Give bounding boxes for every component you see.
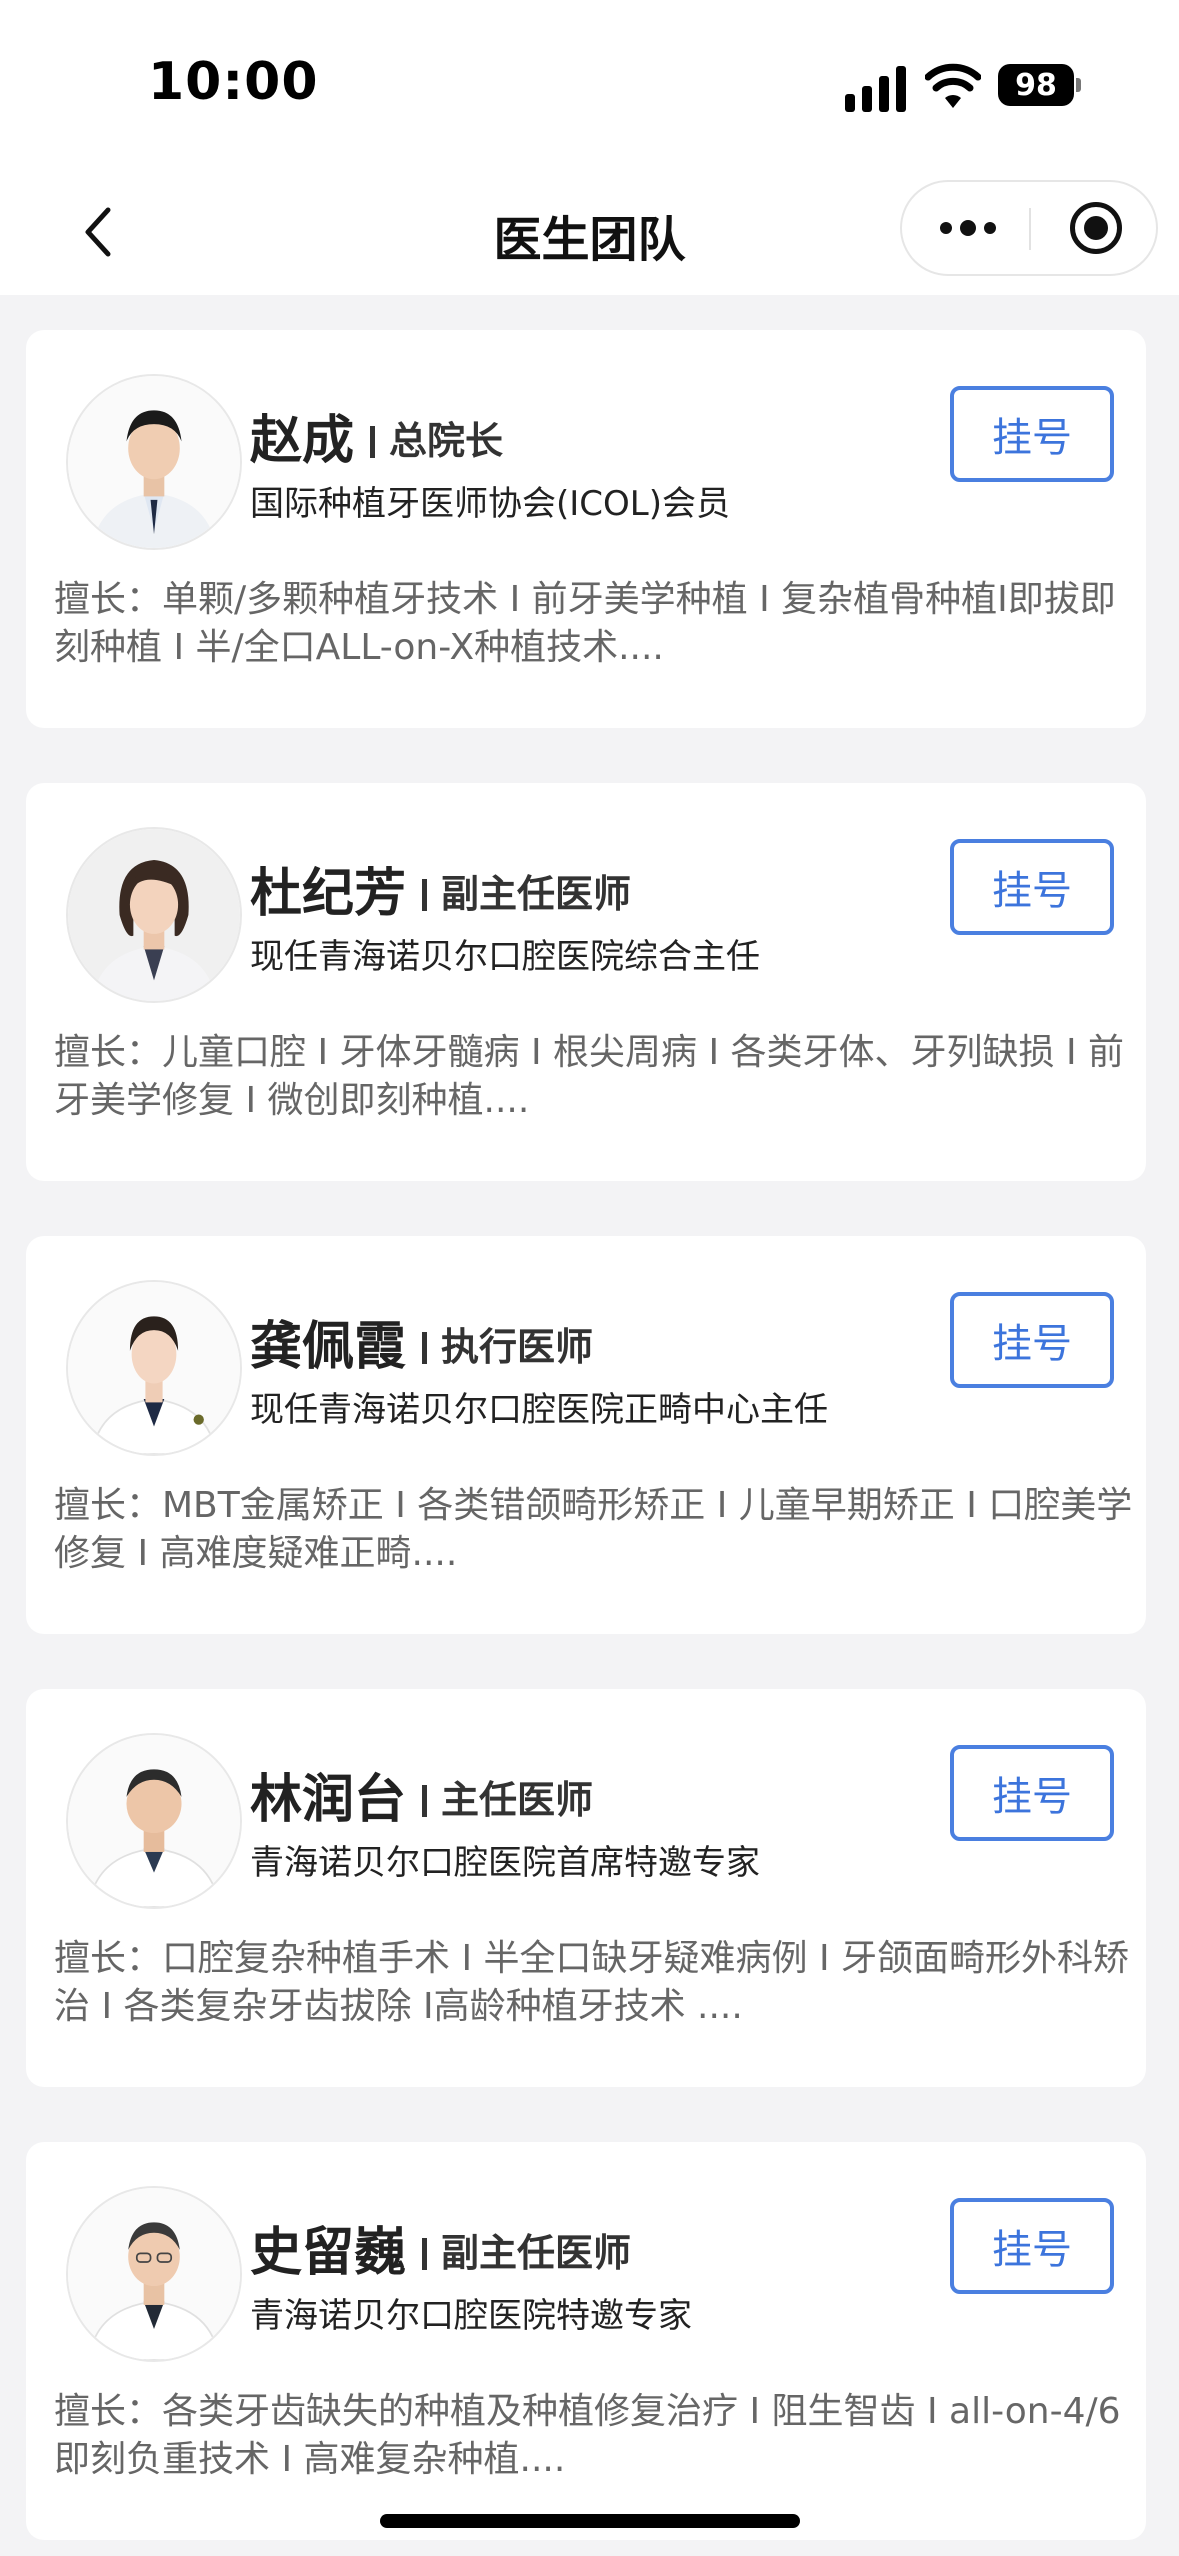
doctor-name: 杜纪芳 <box>250 864 407 924</box>
doctor-name: 龚佩霞 <box>250 1317 407 1377</box>
doctor-avatar <box>66 1733 242 1909</box>
doctor-description: 青海诺贝尔口腔医院首席特邀专家 <box>250 1843 760 1883</box>
status-bar: 10:00 98 <box>0 0 1179 170</box>
doctor-specialties: 擅长：MBT金属矫正 I 各类错颌畸形矫正 I 儿童早期矫正 I 口腔美学修复 … <box>54 1485 1133 1574</box>
book-appointment-button[interactable]: 挂号 <box>950 1292 1114 1388</box>
doctor-specialties: 擅长：儿童口腔 I 牙体牙髓病 I 根尖周病 I 各类牙体、牙列缺损 I 前牙美… <box>54 1032 1125 1121</box>
doctor-avatar <box>66 827 242 1003</box>
status-time: 10:00 <box>148 52 319 112</box>
doctor-title: 执行医师 <box>422 1316 593 1371</box>
book-appointment-button[interactable]: 挂号 <box>950 839 1114 935</box>
doctor-specialties: 擅长：口腔复杂种植手术 I 半全口缺牙疑难病例 I 牙颌面畸形外科矫治 I 各类… <box>54 1938 1130 2027</box>
battery-tip <box>1076 78 1081 92</box>
doctor-card[interactable]: 赵成 总院长 国际种植牙医师协会(ICOL)会员 挂号 擅长：单颗/多颗种植牙技… <box>26 330 1146 728</box>
wifi-icon <box>925 63 981 108</box>
more-options-icon[interactable] <box>940 214 1002 242</box>
doctor-title: 主任医师 <box>422 1769 593 1824</box>
doctor-specialties: 擅长：各类牙齿缺失的种植及种植修复治疗 I 阻生智齿 I all-on-4/6即… <box>54 2391 1121 2480</box>
doctor-title: 副主任医师 <box>422 2222 631 2277</box>
doctor-card[interactable]: 龚佩霞 执行医师 现任青海诺贝尔口腔医院正畸中心主任 挂号 擅长：MBT金属矫正… <box>26 1236 1146 1634</box>
mini-program-capsule <box>900 180 1158 276</box>
home-indicator[interactable] <box>380 2514 800 2528</box>
doctor-card[interactable]: 史留巍 副主任医师 青海诺贝尔口腔医院特邀专家 挂号 擅长：各类牙齿缺失的种植及… <box>26 2142 1146 2540</box>
doctor-title: 副主任医师 <box>422 863 631 918</box>
book-appointment-button[interactable]: 挂号 <box>950 1745 1114 1841</box>
doctor-name: 赵成 <box>250 411 355 471</box>
doctor-card[interactable]: 林润台 主任医师 青海诺贝尔口腔医院首席特邀专家 挂号 擅长：口腔复杂种植手术 … <box>26 1689 1146 2087</box>
nav-bar: 医生团队 <box>0 170 1179 295</box>
book-appointment-button[interactable]: 挂号 <box>950 386 1114 482</box>
doctor-title: 总院长 <box>370 410 503 465</box>
doctor-avatar <box>66 2186 242 2362</box>
doctor-description: 青海诺贝尔口腔医院特邀专家 <box>250 2296 692 2336</box>
doctor-avatar <box>66 1280 242 1456</box>
close-miniprogram-icon[interactable] <box>1070 202 1122 254</box>
doctor-name: 史留巍 <box>250 2223 407 2283</box>
doctor-avatar <box>66 374 242 550</box>
battery-icon: 98 <box>998 64 1074 106</box>
doctor-description: 国际种植牙医师协会(ICOL)会员 <box>250 484 731 524</box>
doctor-specialties: 擅长：单颗/多颗种植牙技术 I 前牙美学种植 I 复杂植骨种植I即拔即刻种植 I… <box>54 579 1116 668</box>
doctor-card[interactable]: 杜纪芳 副主任医师 现任青海诺贝尔口腔医院综合主任 挂号 擅长：儿童口腔 I 牙… <box>26 783 1146 1181</box>
capsule-divider <box>1029 208 1031 250</box>
doctor-description: 现任青海诺贝尔口腔医院综合主任 <box>250 937 760 977</box>
book-appointment-button[interactable]: 挂号 <box>950 2198 1114 2294</box>
cellular-signal-icon <box>845 66 907 112</box>
doctor-name: 林润台 <box>250 1770 407 1830</box>
doctor-description: 现任青海诺贝尔口腔医院正畸中心主任 <box>250 1390 828 1430</box>
